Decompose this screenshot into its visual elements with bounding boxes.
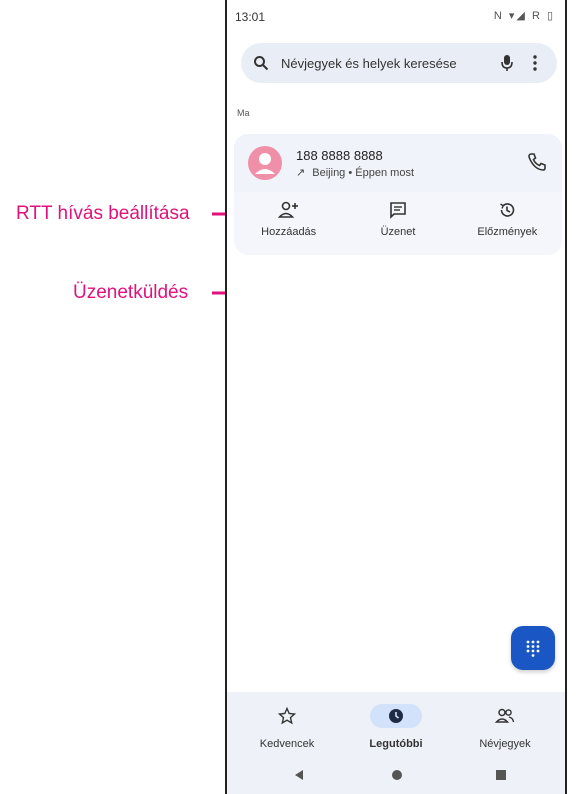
clock-icon xyxy=(370,704,422,728)
caller-number: 188 8888 8888 xyxy=(296,148,383,163)
add-person-icon xyxy=(277,198,300,222)
system-navigation-bar xyxy=(227,764,565,788)
overview-icon[interactable] xyxy=(495,768,507,786)
mic-icon[interactable] xyxy=(493,54,521,72)
back-icon[interactable] xyxy=(293,768,305,786)
bottom-navigation: Kedvencek Legutóbbi Névjegyek xyxy=(227,692,565,794)
recent-call-header[interactable]: 188 8888 8888 ↗ Beijing • Éppen most xyxy=(234,134,562,192)
call-actions: Hozzáadás Üzenet Előzmények xyxy=(234,198,562,252)
search-icon[interactable] xyxy=(253,55,281,71)
search-input[interactable]: Névjegyek és helyek keresése xyxy=(281,56,493,71)
recent-call-card[interactable]: 188 8888 8888 ↗ Beijing • Éppen most Hoz… xyxy=(234,134,562,255)
outgoing-arrow-icon: ↗ xyxy=(296,167,306,179)
call-time: Éppen most xyxy=(355,167,414,179)
call-meta: ↗ Beijing • Éppen most xyxy=(296,166,414,179)
search-bar[interactable]: Névjegyek és helyek keresése xyxy=(241,43,557,83)
nav-contacts-label: Névjegyek xyxy=(479,738,531,750)
phone-screen: 13:01 N ▾◢ R ▯ Névjegyek és helyek keres… xyxy=(225,0,567,794)
call-icon[interactable] xyxy=(526,151,548,173)
nav-favorites[interactable]: Kedvencek xyxy=(237,704,337,750)
history-label: Előzmények xyxy=(477,226,538,238)
nav-favorites-label: Kedvencek xyxy=(259,738,315,750)
message-callout-label: Üzenetküldés xyxy=(73,282,189,303)
nav-recents-label: Legutóbbi xyxy=(369,738,423,750)
person-icon xyxy=(255,153,275,174)
history-action[interactable]: Előzmények xyxy=(453,198,562,252)
message-icon xyxy=(389,198,407,222)
home-icon[interactable] xyxy=(391,768,403,786)
history-icon xyxy=(498,198,516,222)
avatar[interactable] xyxy=(248,146,282,180)
star-icon xyxy=(261,704,313,728)
message-label: Üzenet xyxy=(380,226,416,238)
meta-separator: • xyxy=(348,167,353,179)
nav-contacts[interactable]: Névjegyek xyxy=(455,704,555,750)
section-label-today: Ma xyxy=(237,108,250,118)
nav-recents[interactable]: Legutóbbi xyxy=(346,704,446,750)
status-icons: N ▾◢ R ▯ xyxy=(493,10,555,22)
dialpad-icon xyxy=(526,640,540,657)
call-location: Beijing xyxy=(312,167,346,179)
status-time: 13:01 xyxy=(235,10,266,24)
add-contact-action[interactable]: Hozzáadás xyxy=(234,198,343,252)
more-vert-icon[interactable] xyxy=(521,55,549,71)
rtt-callout-label: RTT hívás beállítása xyxy=(16,203,190,224)
dialpad-button[interactable] xyxy=(511,626,555,670)
message-action[interactable]: Üzenet xyxy=(343,198,452,252)
add-contact-label: Hozzáadás xyxy=(261,226,317,238)
contacts-icon xyxy=(479,704,531,728)
